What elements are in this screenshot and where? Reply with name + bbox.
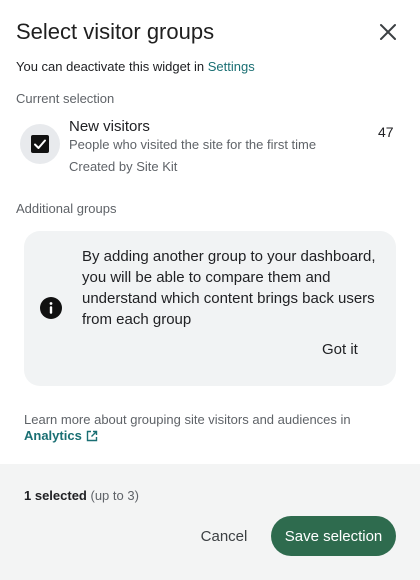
- dialog-title: Select visitor groups: [16, 19, 215, 44]
- new-visitors-checkbox[interactable]: [20, 124, 60, 164]
- cancel-button[interactable]: Cancel: [196, 516, 252, 556]
- group-count: 47: [378, 124, 394, 140]
- group-description: People who visited the site for the firs…: [69, 137, 317, 152]
- group-title: New visitors: [69, 118, 150, 135]
- settings-link[interactable]: Settings: [208, 59, 255, 74]
- analytics-link[interactable]: Analytics: [24, 428, 98, 444]
- got-it-button[interactable]: Got it: [322, 341, 370, 358]
- selected-count-value: 1 selected: [24, 488, 87, 503]
- learn-more: Learn more about grouping site visitors …: [24, 412, 384, 444]
- subtitle-text: You can deactivate this widget in: [16, 59, 208, 74]
- checkbox-checked-icon: [31, 135, 49, 153]
- selection-limit: (up to 3): [90, 488, 139, 503]
- close-button[interactable]: [376, 20, 400, 44]
- additional-groups-label: Additional groups: [16, 201, 117, 216]
- info-notice: By adding another group to your dashboar…: [24, 231, 396, 386]
- subtitle: You can deactivate this widget in Settin…: [16, 59, 255, 74]
- group-created-by: Created by Site Kit: [69, 159, 178, 174]
- dialog-footer: 1 selected (up to 3) Cancel Save selecti…: [0, 464, 420, 580]
- notice-text: By adding another group to your dashboar…: [82, 248, 376, 328]
- selected-count: 1 selected (up to 3): [24, 488, 139, 503]
- info-icon: [40, 297, 62, 319]
- save-selection-button[interactable]: Save selection: [271, 516, 396, 556]
- external-link-icon: [86, 430, 98, 442]
- close-icon: [380, 24, 396, 40]
- current-selection-label: Current selection: [16, 91, 115, 106]
- learn-more-text: Learn more about grouping site visitors …: [24, 412, 351, 427]
- analytics-link-label: Analytics: [24, 428, 82, 443]
